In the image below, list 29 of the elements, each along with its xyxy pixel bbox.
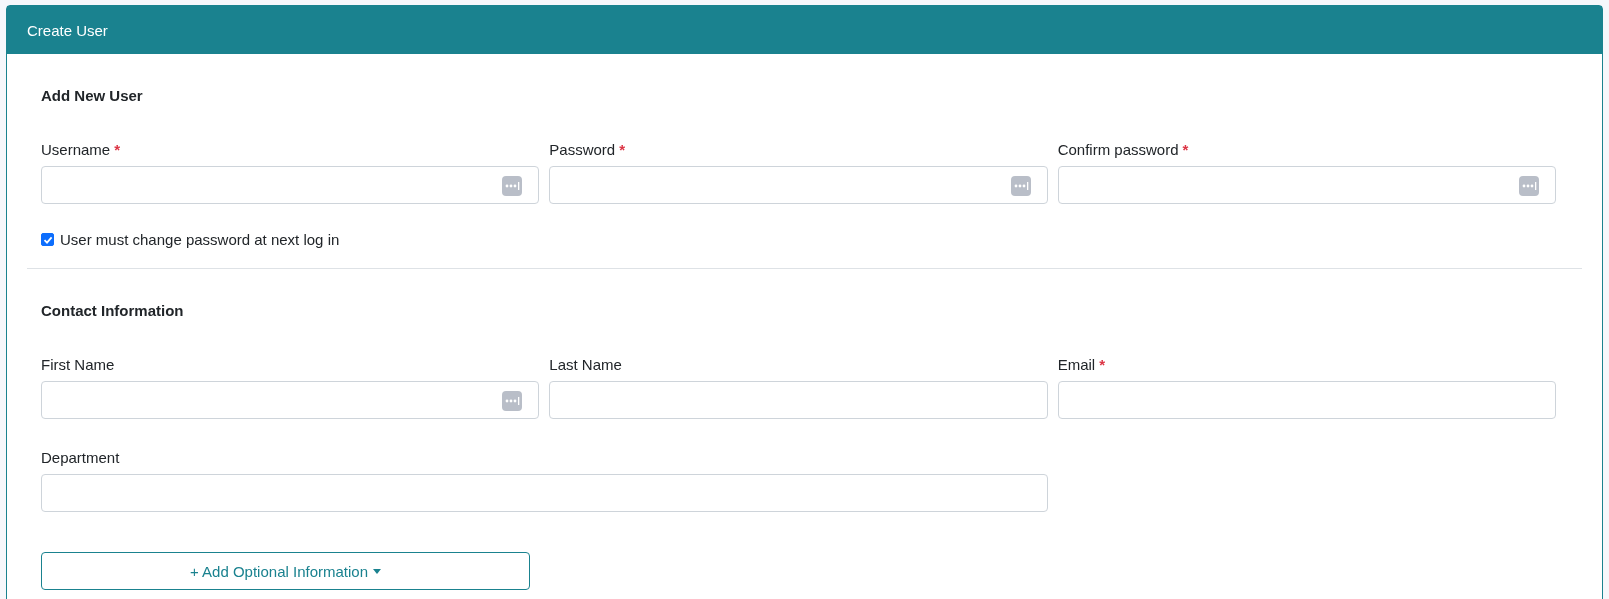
input-field[interactable] <box>1057 166 1556 204</box>
field-label: Last Name <box>549 356 622 373</box>
field-label: Username <box>41 141 111 158</box>
section-heading: Add New User <box>41 86 144 106</box>
input-field[interactable] <box>41 381 540 419</box>
field-label: Password <box>549 141 616 158</box>
field-label: Department <box>41 449 120 466</box>
input-field[interactable] <box>549 381 1048 419</box>
checkbox[interactable] <box>41 233 54 246</box>
password-manager-icon[interactable] <box>1519 176 1539 196</box>
required-mark: * <box>114 141 121 158</box>
password-manager-icon[interactable] <box>502 391 523 411</box>
caret-icon <box>373 568 381 574</box>
checkbox-label: User must change password at next log in <box>60 231 340 248</box>
required-mark: * <box>1182 141 1189 158</box>
password-manager-icon[interactable] <box>1010 176 1031 196</box>
field-label: First Name <box>41 356 115 373</box>
field-label: Email <box>1057 356 1096 373</box>
required-mark: * <box>1099 356 1105 373</box>
section-heading: Contact Information <box>41 301 185 321</box>
panel-title: Create User <box>27 21 108 39</box>
input-field[interactable] <box>41 166 540 204</box>
required-mark: * <box>619 141 626 158</box>
field-label: Confirm password <box>1057 141 1179 158</box>
input-field[interactable] <box>1057 381 1556 419</box>
password-manager-icon[interactable] <box>502 176 523 196</box>
add-optional-information-button[interactable]: + Add Optional Information <box>41 552 530 590</box>
input-field[interactable] <box>549 166 1048 204</box>
input-field[interactable] <box>41 474 1048 512</box>
